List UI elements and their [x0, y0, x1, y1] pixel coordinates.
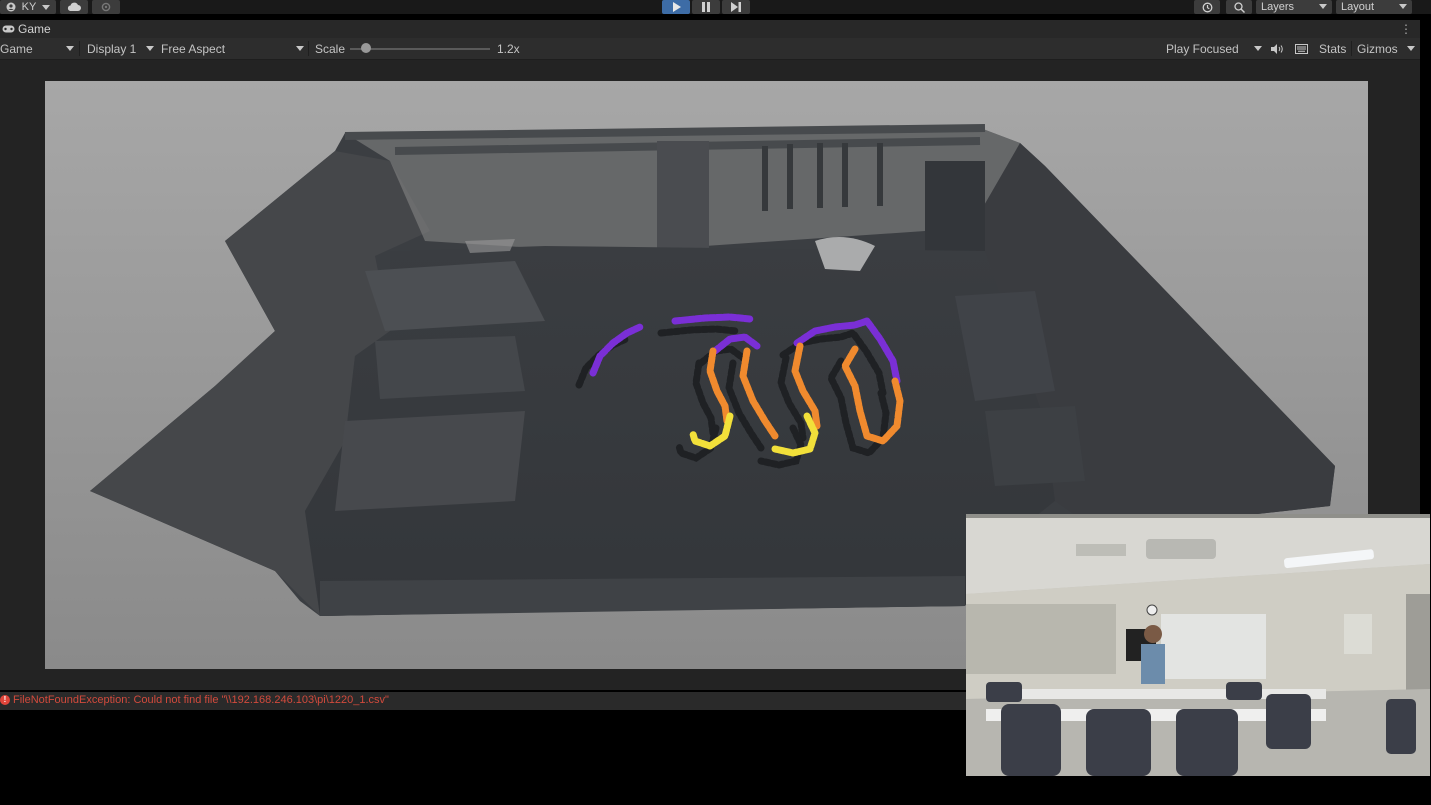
chevron-down-icon: [1399, 4, 1407, 9]
tab-game-label: Game: [18, 22, 51, 36]
stats-label: Stats: [1319, 41, 1347, 56]
chevron-down-icon: [296, 46, 304, 51]
gizmos-dropdown[interactable]: Gizmos: [1357, 38, 1417, 59]
chevron-down-icon: [66, 46, 74, 51]
console-status-bar[interactable]: ! FileNotFoundException: Could not find …: [0, 692, 966, 710]
shortcuts-button[interactable]: [1295, 38, 1309, 59]
play-mode-label: Play Focused: [1166, 41, 1239, 56]
layout-dropdown[interactable]: Layout: [1336, 0, 1412, 14]
view-mode-label: Game: [0, 41, 33, 56]
gamepad-icon: [2, 25, 15, 33]
pause-button[interactable]: [692, 0, 720, 14]
classroom-photo: [966, 514, 1430, 776]
game-tab-bar: Game ⋮: [0, 20, 1420, 38]
webcam-overlay: [966, 514, 1430, 776]
error-icon: !: [0, 695, 10, 705]
console-error-message: FileNotFoundException: Could not find fi…: [13, 694, 389, 706]
layers-label: Layers: [1261, 1, 1295, 13]
account-icon: [6, 2, 16, 12]
play-icon: [672, 2, 681, 12]
cloud-icon: [67, 2, 81, 11]
chevron-down-icon: [42, 4, 51, 10]
collab-settings-button[interactable]: [92, 0, 120, 14]
aspect-label: Free Aspect: [161, 41, 226, 56]
keyboard-icon: [1295, 43, 1308, 54]
search-button[interactable]: [1226, 0, 1252, 14]
view-mode-dropdown[interactable]: Game: [0, 38, 78, 59]
step-button[interactable]: [722, 0, 750, 14]
chevron-down-icon: [1254, 46, 1262, 51]
play-button[interactable]: [662, 0, 690, 14]
history-icon: [1202, 2, 1212, 12]
divider: [79, 41, 80, 56]
gear-icon: [101, 2, 111, 12]
account-label: KY: [21, 1, 37, 13]
cloud-button[interactable]: [60, 0, 88, 14]
game-view-controls: Game Display 1 Free Aspect Scale 1.2x Pl…: [0, 38, 1420, 60]
layers-dropdown[interactable]: Layers: [1256, 0, 1332, 14]
scale-value: 1.2x: [497, 41, 520, 56]
more-options-icon[interactable]: ⋮: [1400, 22, 1412, 36]
main-toolbar: KY Layers Layout: [0, 0, 1431, 14]
mute-audio-button[interactable]: [1271, 38, 1285, 59]
step-forward-icon: [731, 2, 741, 12]
history-button[interactable]: [1194, 0, 1220, 14]
stats-button[interactable]: Stats: [1319, 38, 1346, 59]
tab-game[interactable]: Game: [0, 20, 51, 38]
divider: [308, 41, 309, 56]
layout-label: Layout: [1341, 1, 1375, 13]
scale-slider-track[interactable]: [350, 48, 490, 50]
display-dropdown[interactable]: Display 1: [87, 38, 157, 59]
chevron-down-icon: [1319, 4, 1327, 9]
pause-icon: [702, 2, 710, 12]
play-mode-dropdown[interactable]: Play Focused: [1166, 38, 1264, 59]
display-label: Display 1: [87, 41, 137, 56]
gizmos-label: Gizmos: [1357, 41, 1398, 56]
trace-segment-1: [671, 313, 754, 325]
trace-shadow-1: [657, 325, 740, 337]
chevron-down-icon: [146, 46, 154, 51]
search-icon: [1233, 1, 1245, 13]
scale-label: Scale: [315, 41, 346, 56]
divider: [1351, 41, 1352, 56]
aspect-dropdown[interactable]: Free Aspect: [161, 38, 307, 59]
scale-slider-thumb[interactable]: [361, 43, 371, 53]
account-dropdown[interactable]: KY: [0, 0, 56, 14]
chevron-down-icon: [1407, 46, 1415, 51]
speaker-icon: [1271, 43, 1283, 54]
